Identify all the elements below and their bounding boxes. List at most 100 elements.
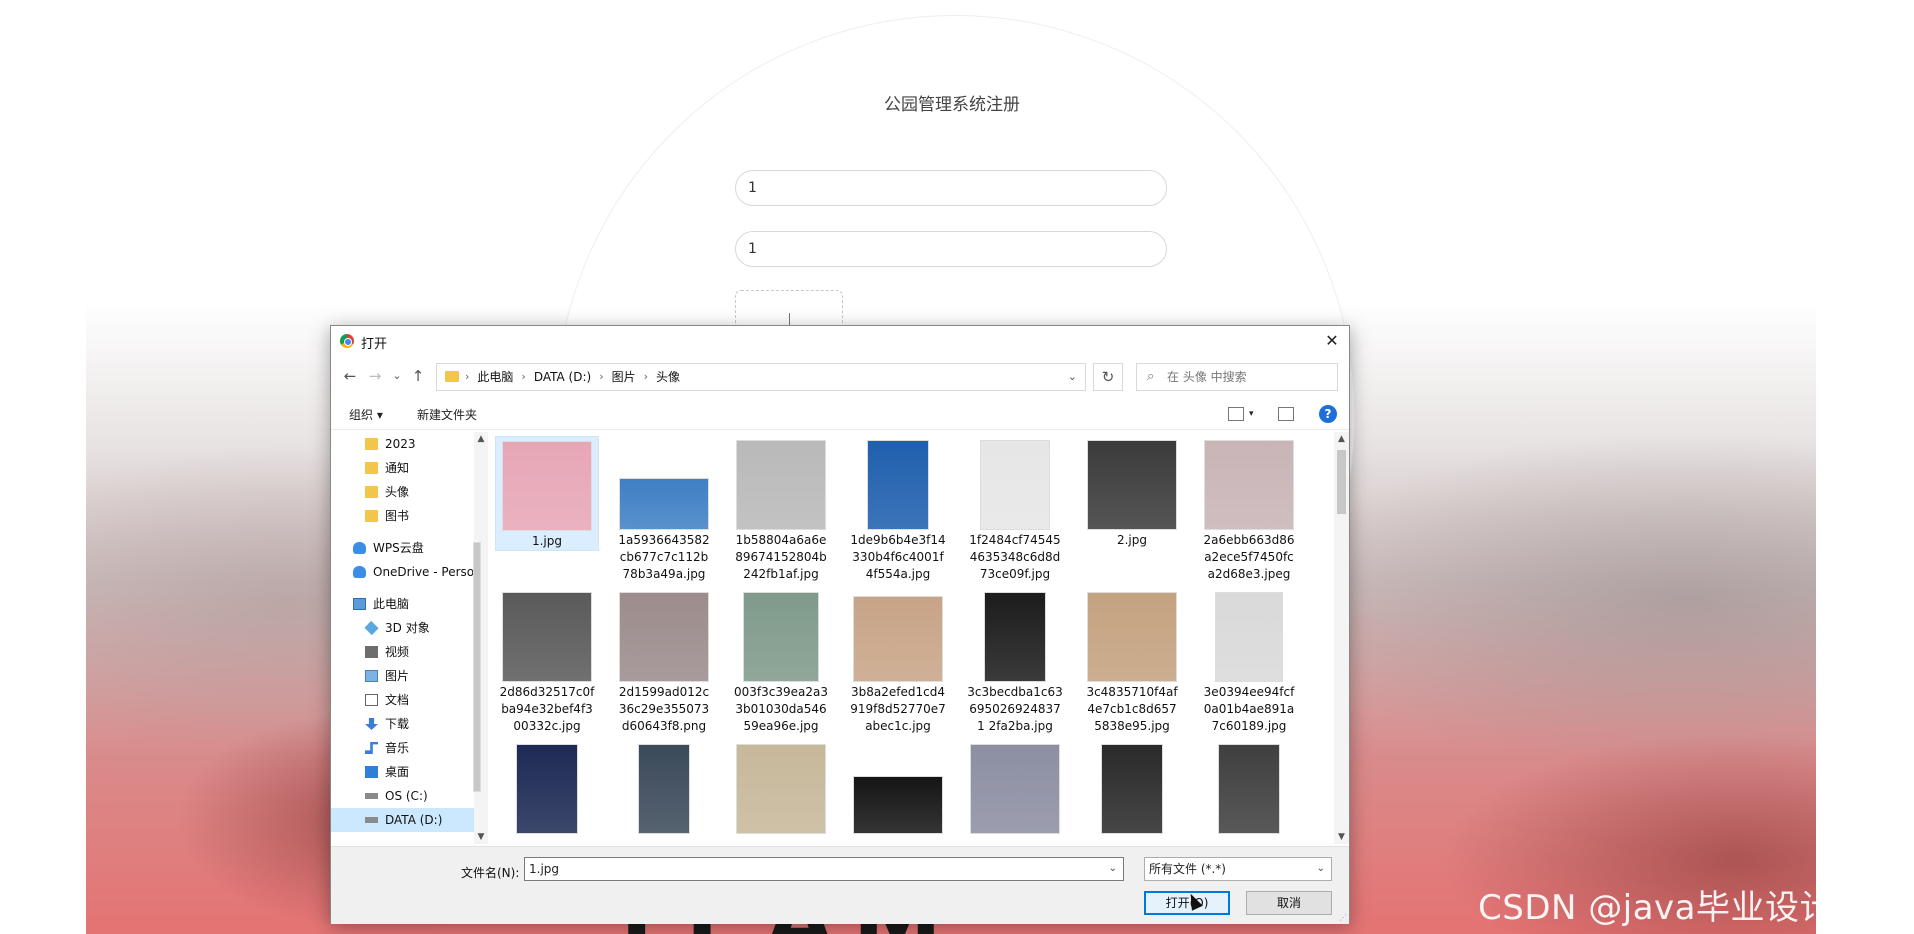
drive-icon — [365, 817, 378, 823]
file-grid: 1.jpg 1a5936643582cb677c7c112b78b3a49a.jp… — [491, 432, 1331, 844]
file-name: 3b8a2efed1cd4919f8d52770e7abec1c.jpg — [850, 685, 946, 733]
file-thumbnail — [502, 441, 592, 531]
tree-item[interactable]: 头像 — [331, 480, 474, 504]
folder-icon — [365, 438, 378, 450]
file-item[interactable] — [1197, 740, 1301, 836]
file-item[interactable]: 2d86d32517c0fba94e32bef4f300332c.jpg — [495, 588, 599, 735]
folder-icon — [365, 486, 378, 498]
filename-input[interactable]: 1.jpg ⌄ — [524, 857, 1124, 881]
chevron-down-icon[interactable]: ▾ — [1249, 409, 1254, 419]
tree-item[interactable]: WPS云盘 — [331, 536, 474, 560]
tree-item[interactable]: OneDrive - Perso — [331, 560, 474, 584]
file-item[interactable]: 3c4835710f4af4e7cb1c8d6575838e95.jpg — [1080, 588, 1184, 735]
file-item[interactable]: 1de9b6b4e3f14330b4f6c4001f4f554a.jpg — [846, 436, 950, 583]
back-button[interactable]: ← — [339, 365, 361, 387]
breadcrumb-item[interactable]: 此电脑 — [477, 364, 513, 390]
view-options-icon[interactable] — [1228, 407, 1244, 421]
scroll-up-icon[interactable]: ▲ — [1334, 434, 1349, 444]
file-item[interactable] — [495, 740, 599, 836]
file-item[interactable]: 1f2484cf745454635348c6d8d73ce09f.jpg — [963, 436, 1067, 583]
file-item[interactable]: 2a6ebb663d86a2ece5f7450fca2d68e3.jpeg — [1197, 436, 1301, 583]
tree-item[interactable]: 下载 — [331, 712, 474, 736]
navigation-tree: 2023 通知头像图书 WPS云盘 OneDrive - Perso 此电脑 3D 对象视… — [331, 432, 474, 844]
file-item[interactable]: 1a5936643582cb677c7c112b78b3a49a.jpg — [612, 436, 716, 583]
tree-item[interactable]: 音乐 — [331, 736, 474, 760]
forward-button[interactable]: → — [364, 365, 386, 387]
file-item[interactable] — [1080, 740, 1184, 836]
file-item[interactable]: 1.jpg — [495, 436, 599, 551]
chevron-down-icon[interactable]: ⌄ — [1109, 858, 1117, 880]
breadcrumb-item[interactable]: DATA (D:) — [534, 364, 591, 390]
folder-icon — [445, 371, 459, 382]
tree-item[interactable]: 图书 — [331, 504, 474, 528]
tree-item-label: OS (C:) — [385, 789, 428, 803]
scroll-down-icon[interactable]: ▼ — [474, 832, 488, 842]
help-icon[interactable]: ? — [1319, 405, 1337, 423]
tree-item[interactable]: DATA (D:) — [331, 808, 474, 832]
cancel-button[interactable]: 取消 — [1246, 891, 1332, 915]
file-thumbnail — [970, 744, 1060, 834]
recent-locations-button[interactable]: ⌄ — [386, 365, 408, 387]
address-bar[interactable]: › 此电脑 › DATA (D:) › 图片 › 头像 ⌄ — [436, 363, 1086, 391]
file-name: 1f2484cf745454635348c6d8d73ce09f.jpg — [969, 533, 1061, 581]
search-icon: ⌕ — [1147, 369, 1155, 384]
tree-item[interactable]: 此电脑 — [331, 592, 474, 616]
tree-item[interactable]: 2023 — [331, 432, 474, 456]
avatar-upload[interactable] — [735, 290, 843, 330]
file-item[interactable] — [729, 740, 833, 836]
scroll-up-icon[interactable]: ▲ — [474, 434, 488, 444]
close-button[interactable]: ✕ — [1315, 326, 1349, 356]
up-button[interactable]: ↑ — [407, 365, 429, 387]
document-icon — [365, 694, 378, 706]
download-icon — [365, 718, 378, 730]
tree-item[interactable]: 图片 — [331, 664, 474, 688]
tree-item[interactable]: OS (C:) — [331, 784, 474, 808]
new-folder-button[interactable]: 新建文件夹 — [417, 406, 477, 423]
file-item[interactable]: 003f3c39ea2a33b01030da54659ea96e.jpg — [729, 588, 833, 735]
organize-menu[interactable]: 组织 ▾ — [349, 406, 383, 423]
chevron-down-icon[interactable]: ⌄ — [1317, 858, 1325, 880]
tree-item[interactable]: 视频 — [331, 640, 474, 664]
chevron-down-icon[interactable]: ⌄ — [1068, 364, 1077, 390]
search-input[interactable]: ⌕ 在 头像 中搜索 — [1136, 363, 1338, 391]
file-item[interactable]: 2d1599ad012c36c29e355073d60643f8.png — [612, 588, 716, 735]
file-item[interactable] — [963, 740, 1067, 836]
file-item[interactable] — [846, 740, 950, 836]
scrollbar-thumb[interactable] — [473, 542, 481, 792]
filetype-select[interactable]: 所有文件 (*.*) ⌄ — [1144, 857, 1332, 881]
files-scrollbar[interactable]: ▲ ▼ — [1334, 432, 1349, 844]
file-item[interactable]: 3b8a2efed1cd4919f8d52770e7abec1c.jpg — [846, 588, 950, 735]
filename-value: 1.jpg — [529, 862, 560, 876]
password-input[interactable]: 1 — [735, 231, 1167, 267]
file-item[interactable]: 3e0394ee94fcf0a01b4ae891a7c60189.jpg — [1197, 588, 1301, 735]
file-name: 2.jpg — [1116, 533, 1148, 547]
file-item[interactable] — [612, 740, 716, 836]
breadcrumb-item[interactable]: 图片 — [612, 364, 636, 390]
username-input[interactable]: 1 — [735, 170, 1167, 206]
tree-scrollbar[interactable]: ▲ ▼ — [473, 432, 488, 844]
file-thumbnail — [1087, 440, 1177, 530]
breadcrumb-item[interactable]: 头像 — [656, 364, 680, 390]
preview-pane-icon[interactable] — [1278, 407, 1294, 421]
tree-item-label: 图书 — [385, 509, 410, 523]
music-icon — [365, 742, 378, 754]
tree-item[interactable]: 3D 对象 — [331, 616, 474, 640]
file-item[interactable]: 1b58804a6a6e89674152804b242fb1af.jpg — [729, 436, 833, 583]
file-thumbnail — [1087, 592, 1177, 682]
tree-item-label: 文档 — [385, 693, 410, 707]
tree-item-label: 通知 — [385, 461, 410, 475]
tree-item[interactable]: 通知 — [331, 456, 474, 480]
file-thumbnail — [736, 440, 826, 530]
file-thumbnail — [867, 440, 929, 530]
tree-item[interactable]: 桌面 — [331, 760, 474, 784]
refresh-button[interactable]: ↻ — [1093, 363, 1123, 391]
file-item[interactable]: 3c3becdba1c636950269248371 2fa2ba.jpg — [963, 588, 1067, 735]
tree-item-label: 视频 — [385, 645, 410, 659]
file-item[interactable]: 2.jpg — [1080, 436, 1184, 549]
scroll-down-icon[interactable]: ▼ — [1334, 832, 1349, 842]
tree-item-label: 3D 对象 — [385, 621, 430, 635]
resize-grip-icon[interactable]: ⋰ — [1339, 913, 1347, 922]
tree-item[interactable]: 文档 — [331, 688, 474, 712]
tree-item-label: WPS云盘 — [373, 541, 424, 555]
scrollbar-thumb[interactable] — [1337, 450, 1346, 514]
